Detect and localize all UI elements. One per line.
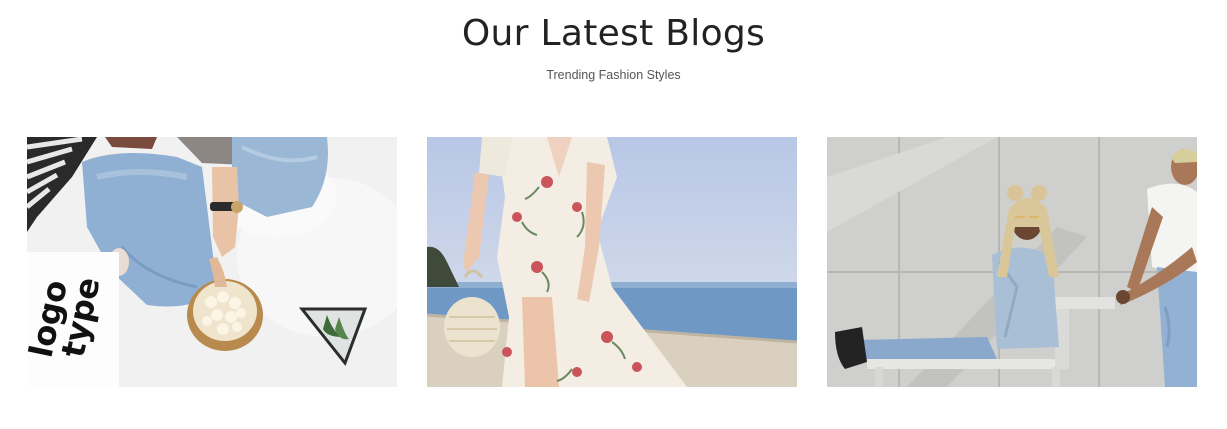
section-subtitle: Trending Fashion Styles xyxy=(546,68,681,82)
blog-grid: logo type xyxy=(27,137,1197,387)
blog-image-floral-dress[interactable] xyxy=(427,137,797,387)
section-title: Our Latest Blogs xyxy=(461,13,766,54)
blog-card-3[interactable] xyxy=(827,137,1197,387)
blog-image-flatlay[interactable]: logo type xyxy=(27,137,397,387)
blog-image-couple-wall[interactable] xyxy=(827,137,1197,387)
blog-card-2[interactable] xyxy=(427,137,797,387)
blog-card-1[interactable]: logo type xyxy=(27,137,397,387)
